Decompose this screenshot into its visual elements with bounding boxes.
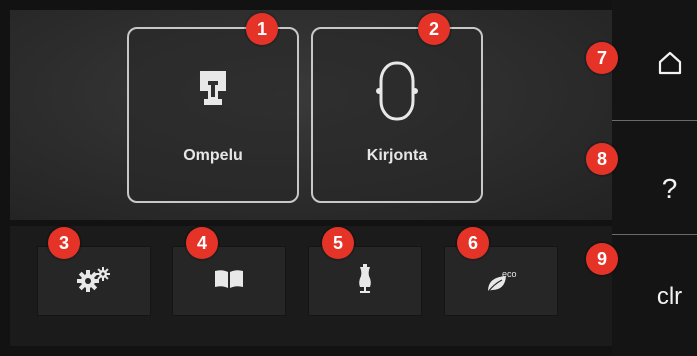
callout-badge-5: 5 xyxy=(322,227,354,259)
callout-badge-1: 1 xyxy=(246,13,278,45)
side-divider xyxy=(612,120,697,121)
book-icon xyxy=(214,269,244,294)
eco-leaf-icon: eco xyxy=(486,269,517,293)
settings-button[interactable] xyxy=(37,246,151,316)
embroidery-mode-button[interactable]: Kirjonta xyxy=(311,27,483,203)
home-icon xyxy=(657,50,683,81)
sewing-consultant-button[interactable] xyxy=(308,246,422,316)
sewing-mode-button[interactable]: Ompelu xyxy=(127,27,299,203)
callout-badge-4: 4 xyxy=(186,227,218,259)
gears-icon xyxy=(76,266,112,297)
eco-label: eco xyxy=(502,269,517,279)
callout-badge-8: 8 xyxy=(586,143,618,175)
tutorial-button[interactable] xyxy=(172,246,286,316)
help-button[interactable]: ? xyxy=(612,123,697,233)
embroidery-mode-label: Kirjonta xyxy=(366,147,428,164)
dress-form-icon xyxy=(356,263,374,299)
clear-label: clr xyxy=(656,283,683,310)
callout-badge-7: 7 xyxy=(586,42,618,74)
eco-mode-button[interactable]: eco xyxy=(444,246,558,316)
embroidery-hoop-icon xyxy=(313,59,481,123)
sewing-mode-label: Ompelu xyxy=(183,147,243,164)
callout-badge-2: 2 xyxy=(418,13,450,45)
home-button[interactable] xyxy=(612,10,697,120)
callout-badge-3: 3 xyxy=(48,227,80,259)
side-divider xyxy=(612,234,697,235)
callout-badge-9: 9 xyxy=(586,243,618,275)
presser-foot-icon xyxy=(129,69,297,113)
help-label: ? xyxy=(661,173,678,204)
callout-badge-6: 6 xyxy=(457,227,489,259)
clear-button[interactable]: clr xyxy=(612,237,697,347)
